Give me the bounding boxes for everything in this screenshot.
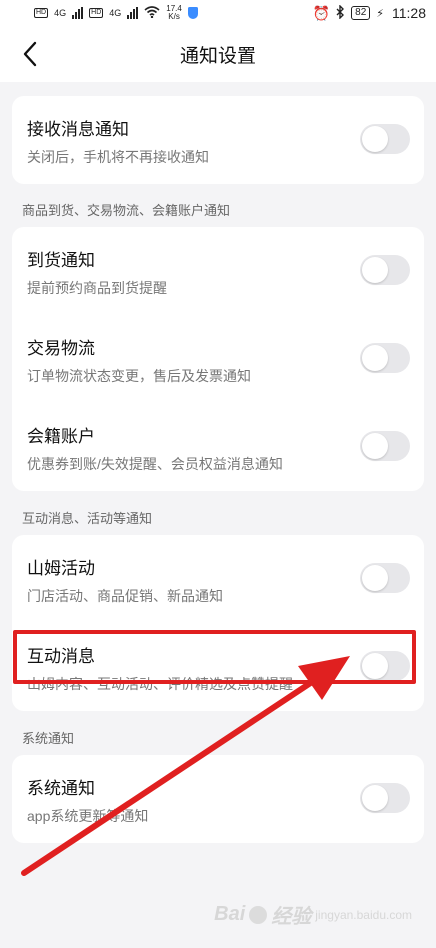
setting-subtitle: 山姆内容、互动活动、评价精选及点赞提醒 (27, 676, 293, 692)
setting-row-membership: 会籍账户 优惠券到账/失效提醒、会员权益消息通知 (12, 403, 424, 489)
setting-row-arrival: 到货通知 提前预约商品到货提醒 (12, 227, 424, 313)
network-type-2: 4G (109, 8, 122, 18)
net-speed: 17.4 K/s (166, 4, 182, 21)
setting-subtitle: 订单物流状态变更，售后及发票通知 (27, 368, 251, 384)
bluetooth-icon (336, 3, 345, 22)
setting-subtitle: 关闭后，手机将不再接收通知 (27, 149, 209, 165)
setting-subtitle: 门店活动、商品促销、新品通知 (27, 588, 223, 604)
interaction-card: 山姆活动 门店活动、商品促销、新品通知 互动消息 山姆内容、互动活动、评价精选及… (12, 535, 424, 711)
setting-title: 交易物流 (27, 339, 95, 358)
setting-title: 会籍账户 (27, 427, 95, 446)
membership-toggle[interactable] (360, 431, 410, 461)
system-toggle[interactable] (360, 783, 410, 813)
toggle-knob (362, 433, 388, 459)
system-card: 系统通知 app系统更新等通知 (12, 755, 424, 843)
setting-row-system: 系统通知 app系统更新等通知 (12, 755, 424, 841)
toggle-knob (362, 345, 388, 371)
logistics-toggle[interactable] (360, 343, 410, 373)
hd-badge-2: HD (89, 8, 104, 18)
toggle-knob (362, 653, 388, 679)
setting-row-interaction-msg: 互动消息 山姆内容、互动活动、评价精选及点赞提醒 (12, 623, 424, 709)
section-label-system: 系统通知 (22, 731, 75, 746)
clock: 11:28 (392, 5, 426, 21)
setting-title: 到货通知 (27, 251, 95, 270)
setting-row-logistics: 交易物流 订单物流状态变更，售后及发票通知 (12, 315, 424, 401)
battery-level: 82 (351, 6, 371, 20)
toggle-knob (362, 785, 388, 811)
interaction-msg-toggle[interactable] (360, 651, 410, 681)
nav-bar: 通知设置 (0, 26, 436, 82)
status-bar: HD 4G HD 4G 17.4 K/s ⏰ 82 ⚡ 11:28 (0, 0, 436, 26)
wifi-icon (144, 5, 160, 21)
alarm-icon: ⏰ (312, 4, 331, 21)
section-label-goods: 商品到货、交易物流、会籍账户通知 (22, 203, 231, 218)
status-left: HD 4G HD 4G 17.4 K/s (34, 5, 198, 21)
setting-title: 系统通知 (27, 779, 95, 798)
setting-subtitle: 优惠券到账/失效提醒、会员权益消息通知 (27, 456, 283, 472)
chevron-left-icon (23, 41, 37, 67)
watermark-brand: Bai (214, 903, 246, 925)
setting-title: 接收消息通知 (27, 120, 129, 139)
setting-subtitle: app系统更新等通知 (27, 808, 149, 824)
receive-notify-toggle[interactable] (360, 124, 410, 154)
status-right: ⏰ 82 ⚡ 11:28 (312, 3, 426, 22)
sams-activity-toggle[interactable] (360, 563, 410, 593)
setting-title: 互动消息 (27, 647, 95, 666)
setting-subtitle: 提前预约商品到货提醒 (27, 280, 167, 296)
watermark-brand-2: 经验 (271, 906, 312, 928)
back-button[interactable] (16, 40, 44, 68)
paw-icon (249, 905, 268, 924)
page-title: 通知设置 (179, 45, 256, 67)
goods-card: 到货通知 提前预约商品到货提醒 交易物流 订单物流状态变更，售后及发票通知 会籍… (12, 227, 424, 491)
setting-row-receive: 接收消息通知 关闭后，手机将不再接收通知 (12, 96, 424, 182)
receive-notify-card: 接收消息通知 关闭后，手机将不再接收通知 (12, 96, 424, 184)
setting-row-sams-activity: 山姆活动 门店活动、商品促销、新品通知 (12, 535, 424, 621)
toggle-knob (362, 126, 388, 152)
section-label-interaction: 互动消息、活动等通知 (22, 511, 153, 526)
hd-badge: HD (34, 8, 49, 18)
toggle-knob (362, 565, 388, 591)
watermark: Bai 经验 jingyan.baidu.com (214, 900, 412, 929)
setting-title: 山姆活动 (27, 559, 95, 578)
signal-icon-2 (127, 7, 139, 19)
signal-icon (72, 7, 84, 19)
arrival-toggle[interactable] (360, 255, 410, 285)
charging-icon: ⚡ (376, 7, 384, 20)
watermark-url: jingyan.baidu.com (315, 907, 412, 922)
network-type: 4G (54, 8, 67, 18)
shield-icon (187, 7, 198, 19)
toggle-knob (362, 257, 388, 283)
